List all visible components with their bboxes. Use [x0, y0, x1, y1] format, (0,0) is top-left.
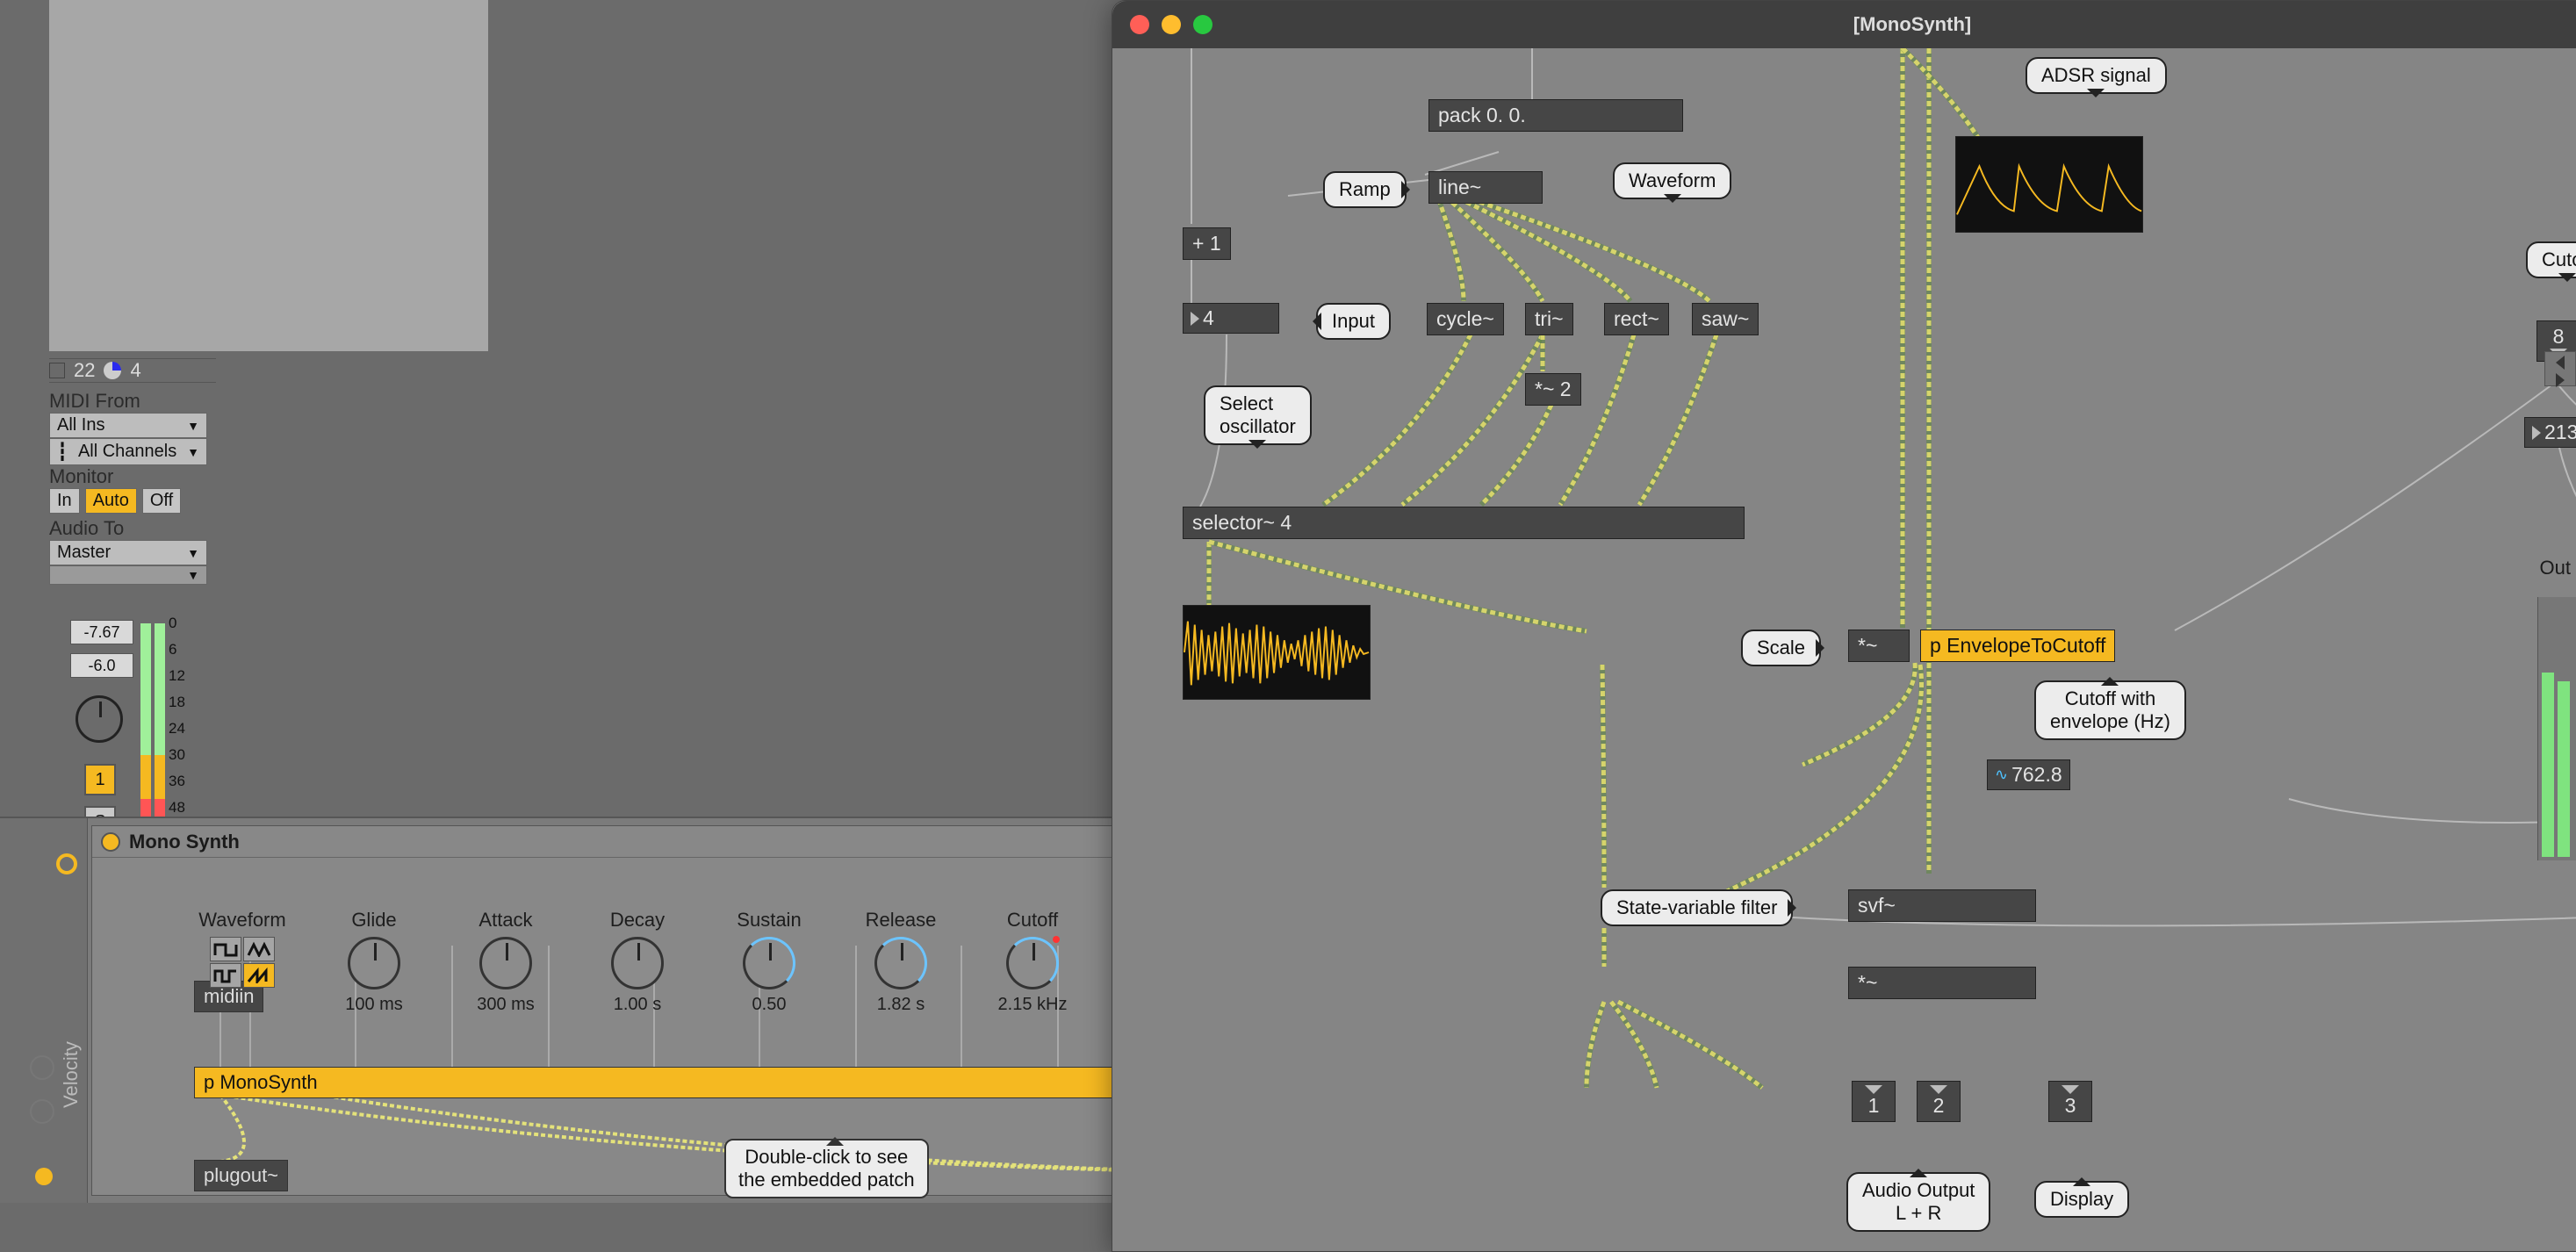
display-comment: Display: [2034, 1181, 2129, 1218]
cutoff-comment: Cutoff: [2526, 241, 2576, 278]
hz-numbox[interactable]: 2139.: [2524, 417, 2576, 448]
svf-comment: State-variable filter: [1601, 889, 1793, 926]
audio-to-label: Audio To: [49, 517, 216, 540]
help-icon[interactable]: [30, 1099, 54, 1124]
pack-object[interactable]: pack 0. 0.: [1428, 99, 1683, 132]
p-monosynth-object[interactable]: p MonoSynth: [194, 1067, 1151, 1098]
input-comment: Input: [1316, 303, 1391, 340]
param-waveform: Waveform: [194, 909, 291, 1015]
midi-channel-dropdown[interactable]: ┇ All Channels▼: [49, 438, 207, 465]
patcher-canvas[interactable]: pack 0. 0. line~ Ramp Waveform + 1 4 Inp…: [1112, 48, 2576, 1251]
track-io-section: MIDI From All Ins▼ ┇ All Channels▼ Monit…: [49, 390, 216, 585]
line-object[interactable]: line~: [1428, 171, 1543, 204]
triangle-right-icon: [1191, 312, 1199, 326]
master-io-toggle[interactable]: [2544, 351, 2576, 386]
midi-from-label: MIDI From: [49, 390, 216, 413]
midi-activity-icon: [35, 1168, 53, 1185]
device-power-icon[interactable]: [101, 832, 120, 852]
chevron-down-icon: ▼: [187, 419, 199, 433]
input-numbox[interactable]: 4: [1183, 303, 1279, 334]
waveform-picker[interactable]: [210, 937, 275, 988]
audio-sub-dropdown[interactable]: ▼: [49, 565, 207, 585]
triangle-down-icon: [1865, 1085, 1882, 1094]
audio-out-comment: Audio Output L + R: [1846, 1172, 1990, 1232]
cutoff-env-comment: Cutoff with envelope (Hz): [2034, 680, 2186, 740]
cycle-object[interactable]: cycle~: [1427, 303, 1504, 335]
param-glide: Glide100 ms: [326, 909, 422, 1015]
monitor-in-button[interactable]: In: [49, 488, 80, 514]
ramp-comment: Ramp: [1323, 171, 1407, 208]
max-patcher-window[interactable]: [MonoSynth]: [1112, 0, 2576, 1252]
triangle-right-icon: [2532, 426, 2541, 440]
double-click-tip: Double-click to see the embedded patch: [724, 1139, 929, 1198]
param-sustain: Sustain0.50: [721, 909, 817, 1015]
master-out-label: Out: [2540, 557, 2571, 579]
svf-object[interactable]: svf~: [1848, 889, 2036, 922]
track-activator-button[interactable]: 1: [84, 764, 116, 795]
audio-to-dropdown[interactable]: Master▼: [49, 540, 207, 565]
track-status-strip: 22 4: [49, 358, 216, 383]
velocity-label: Velocity: [60, 1041, 83, 1108]
cutoff-env-numbox[interactable]: ∿762.8: [1987, 759, 2070, 790]
plus-one-object[interactable]: + 1: [1183, 227, 1231, 260]
rect-object[interactable]: rect~: [1604, 303, 1669, 335]
sine-icon: ∿: [1995, 766, 2008, 784]
stop-clip-icon[interactable]: [49, 363, 65, 378]
tri-object[interactable]: tri~: [1525, 303, 1573, 335]
status-number-2: 4: [130, 359, 140, 382]
scale-comment: Scale: [1741, 630, 1821, 666]
times-two-object[interactable]: *~ 2: [1525, 373, 1581, 406]
adsr-comment: ADSR signal: [2026, 57, 2167, 94]
out-3[interactable]: 3: [2048, 1081, 2092, 1122]
titlebar[interactable]: [MonoSynth]: [1112, 1, 2576, 48]
master-meter: [2537, 597, 2576, 860]
saw-object[interactable]: saw~: [1692, 303, 1759, 335]
monitor-label: Monitor: [49, 465, 216, 488]
gain-mul-object[interactable]: *~: [1848, 967, 2036, 999]
select-osc-comment: Select oscillator: [1204, 385, 1312, 445]
midi-from-dropdown[interactable]: All Ins▼: [49, 413, 207, 438]
gain-value[interactable]: -6.0: [70, 653, 133, 678]
waveform-comment: Waveform: [1613, 162, 1731, 199]
arrangement-empty-area[interactable]: [49, 0, 488, 351]
monitor-off-button[interactable]: Off: [142, 488, 181, 514]
param-attack: Attack300 ms: [457, 909, 554, 1015]
param-cutoff: Cutoff2.15 kHz: [984, 909, 1081, 1015]
peak-value[interactable]: -7.67: [70, 620, 133, 644]
window-title: [MonoSynth]: [1112, 13, 2576, 36]
chevron-down-icon: ▼: [187, 568, 199, 582]
param-release: Release1.82 s: [853, 909, 949, 1015]
status-number-1: 22: [74, 359, 95, 382]
triangle-down-icon: [2062, 1085, 2079, 1094]
clock-icon[interactable]: [30, 1055, 54, 1080]
chevron-down-icon: ▼: [187, 445, 199, 459]
chevron-down-icon: ▼: [187, 546, 199, 560]
device-rack-side: Velocity: [0, 818, 88, 1203]
track-level-meter: 0612182430364860: [140, 615, 185, 843]
adsr-scope: [1955, 136, 2143, 233]
cpu-meter-icon: [104, 362, 121, 379]
out-1[interactable]: 1: [1852, 1081, 1896, 1122]
triangle-down-icon: [1930, 1085, 1947, 1094]
selector-object[interactable]: selector~ 4: [1183, 507, 1745, 539]
device-on-icon[interactable]: [56, 853, 77, 874]
pan-knob[interactable]: [76, 695, 123, 743]
env-to-cutoff-object[interactable]: p EnvelopeToCutoff: [1920, 630, 2115, 662]
monitor-auto-button[interactable]: Auto: [85, 488, 137, 514]
device-title: Mono Synth: [129, 831, 240, 853]
plugout-object[interactable]: plugout~: [194, 1160, 288, 1191]
scale-mul-object[interactable]: *~: [1848, 630, 1910, 662]
out-2[interactable]: 2: [1917, 1081, 1961, 1122]
main-scope: [1183, 605, 1371, 700]
param-decay: Decay1.00 s: [589, 909, 686, 1015]
